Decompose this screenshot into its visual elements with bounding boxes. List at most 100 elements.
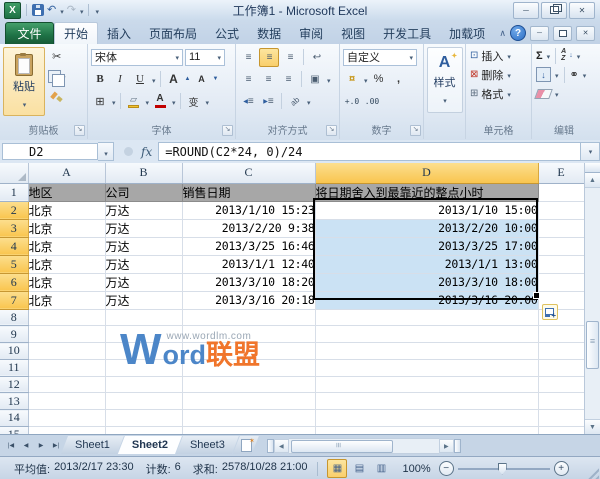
vertical-scrollbar[interactable]: ▲ ▼ [584,163,600,434]
row-header-8[interactable]: 8 [0,309,28,326]
sheet-tab-sheet1[interactable]: Sheet1 [61,436,124,454]
cell-E10[interactable] [538,343,584,360]
select-all-corner[interactable] [0,163,28,183]
cell-B1[interactable]: 公司 [105,183,182,201]
cell-C13[interactable] [182,393,315,410]
cell-E11[interactable] [538,359,584,376]
find-select-button[interactable]: ⚭ [570,68,579,81]
cell-B7[interactable]: 万达 [105,291,182,309]
cell-A5[interactable]: 北京 [28,255,105,273]
align-center-button[interactable]: ≡ [259,71,277,88]
fill-color-button[interactable]: ▱ [125,93,143,110]
vertical-scroll-thumb[interactable] [586,321,599,369]
cell-E14[interactable] [538,410,584,427]
autosum-dropdown[interactable] [546,50,551,62]
cell-D11[interactable] [315,359,538,376]
accounting-format-button[interactable]: ¤ [343,71,361,88]
cut-button[interactable]: ✂ [47,48,67,65]
row-header-15[interactable]: 15 [0,426,28,434]
tab-review[interactable]: 审阅 [290,23,332,44]
insert-function-button[interactable]: fx [141,145,152,159]
cell-B4[interactable]: 万达 [105,237,182,255]
workbook-close-button[interactable]: ✕ [576,26,595,41]
split-box[interactable] [585,163,600,173]
scroll-right-button[interactable]: ▶ [439,439,454,453]
fill-button[interactable]: ↓ [536,67,551,82]
column-header-E[interactable]: E [538,163,584,183]
cell-D7[interactable]: 2013/3/16 20:00 [315,291,538,309]
cell-B5[interactable]: 万达 [105,255,182,273]
row-header-12[interactable]: 12 [0,376,28,393]
horizontal-scroll-thumb[interactable] [291,440,393,453]
row-header-10[interactable]: 10 [0,343,28,360]
cell-E9[interactable] [538,326,584,343]
autosum-button[interactable]: Σ [536,50,543,62]
increase-indent-button[interactable]: ▶≡ [259,93,277,110]
cell-A4[interactable]: 北京 [28,237,105,255]
close-button[interactable]: ✕ [569,2,595,19]
first-sheet-button[interactable]: |◀ [4,438,18,452]
wrap-text-button[interactable]: ↩ [308,49,326,66]
row-header-11[interactable]: 11 [0,359,28,376]
fill-color-dropdown[interactable] [145,94,150,108]
sort-filter-dropdown[interactable] [576,50,581,62]
row-header-2[interactable]: 2 [0,201,28,219]
cell-C6[interactable]: 2013/3/10 18:20 [182,273,315,291]
italic-button[interactable]: I [111,71,129,88]
accounting-dropdown[interactable] [363,72,368,86]
tab-split-handle[interactable] [267,439,274,453]
cell-E1[interactable] [538,183,584,201]
cell-E6[interactable] [538,273,584,291]
cell-A9[interactable] [28,326,105,343]
cell-E4[interactable] [538,237,584,255]
cell-B8[interactable] [105,309,182,326]
cell-A8[interactable] [28,309,105,326]
undo-dropdown[interactable] [59,3,64,17]
cell-C7[interactable]: 2013/3/16 20:18 [182,291,315,309]
cell-D2[interactable]: 2013/1/10 15:00 [315,201,538,219]
customize-qat-dropdown[interactable] [94,3,99,17]
cell-D15[interactable] [315,426,538,434]
last-sheet-button[interactable]: ▶| [49,438,63,452]
tab-data[interactable]: 数据 [248,23,290,44]
prev-sheet-button[interactable]: ◀ [19,438,33,452]
orientation-button[interactable]: ab [283,89,308,114]
cell-A12[interactable] [28,376,105,393]
cell-D3[interactable]: 2013/2/20 10:00 [315,219,538,237]
view-page-break-button[interactable]: ▥ [371,459,391,478]
zoom-slider[interactable] [458,468,550,470]
cell-C1[interactable]: 销售日期 [182,183,315,201]
font-size-combo[interactable]: 11 [185,49,225,66]
view-normal-button[interactable]: ▦ [327,459,347,478]
cell-B13[interactable] [105,393,182,410]
decrease-decimal-button[interactable]: .00 [363,93,381,110]
align-middle-button[interactable]: ≡ [259,48,279,67]
number-format-combo[interactable]: 自定义 [343,49,417,66]
cell-B3[interactable]: 万达 [105,219,182,237]
row-header-3[interactable]: 3 [0,219,28,237]
underline-dropdown[interactable] [151,72,156,86]
cell-A11[interactable] [28,359,105,376]
number-dialog-launcher[interactable]: ↘ [410,125,421,136]
format-cells-button[interactable]: ⊞ 格式 [466,84,531,103]
tab-file[interactable]: 文件 [5,22,54,44]
workbook-minimize-button[interactable]: ─ [530,26,549,41]
cell-C12[interactable] [182,376,315,393]
align-top-button[interactable]: ≡ [239,49,257,66]
cell-E5[interactable] [538,255,584,273]
scroll-up-button[interactable]: ▲ [585,173,600,188]
clear-button[interactable] [534,89,553,99]
zoom-in-button[interactable]: + [554,461,569,476]
delete-cells-button[interactable]: ⊠ 删除 [466,65,531,84]
underline-button[interactable]: U [131,71,149,88]
name-box[interactable]: D2 [2,143,98,160]
cell-C9[interactable] [182,326,315,343]
cell-A6[interactable]: 北京 [28,273,105,291]
cell-A7[interactable]: 北京 [28,291,105,309]
minimize-button[interactable]: ─ [513,2,539,19]
cell-E15[interactable] [538,426,584,434]
cell-C3[interactable]: 2013/2/20 9:38 [182,219,315,237]
decrease-indent-button[interactable]: ◀≡ [239,93,257,110]
redo-icon[interactable]: ↷ [67,5,76,16]
find-dropdown[interactable] [582,69,587,81]
